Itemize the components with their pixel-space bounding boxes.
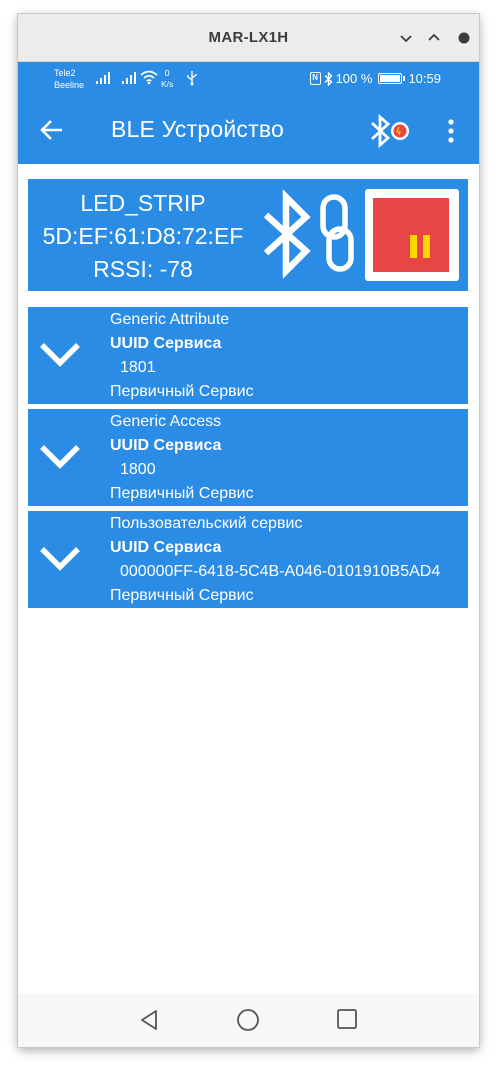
overflow-menu-icon[interactable] bbox=[446, 118, 456, 144]
chevron-down-icon[interactable] bbox=[39, 341, 81, 369]
nav-recents-icon[interactable] bbox=[336, 1008, 358, 1030]
chevron-up-icon[interactable] bbox=[424, 28, 444, 48]
carrier-2: Beeline bbox=[54, 80, 85, 90]
service-item[interactable]: Пользовательский сервис UUID Сервиса 000… bbox=[28, 511, 468, 608]
service-type: Первичный Сервис bbox=[110, 485, 254, 502]
battery-icon bbox=[378, 73, 406, 84]
device-mac: 5D:EF:61:D8:72:EF bbox=[42, 223, 244, 249]
network-speed-unit: K/s bbox=[161, 79, 174, 89]
chevron-down-icon[interactable] bbox=[39, 443, 81, 471]
close-icon[interactable] bbox=[454, 28, 474, 48]
status-right: N 100 % 10:59 bbox=[309, 71, 441, 86]
battery-percent: 100 % bbox=[335, 71, 373, 86]
signal-icon bbox=[122, 72, 136, 84]
pause-icon bbox=[423, 235, 430, 258]
service-name: Generic Attribute bbox=[110, 311, 230, 328]
window-titlebar: MAR-LX1H bbox=[18, 14, 479, 62]
bluetooth-scan-icon[interactable] bbox=[370, 114, 414, 148]
stop-button-fill bbox=[373, 198, 449, 272]
signal-icon bbox=[96, 72, 110, 84]
device-name: LED_STRIP bbox=[80, 190, 206, 216]
service-item[interactable]: Generic Attribute UUID Сервиса 1801 Перв… bbox=[28, 307, 468, 404]
service-name: Пользовательский сервис bbox=[110, 515, 303, 532]
service-uuid: 1800 bbox=[120, 461, 156, 478]
wifi-icon bbox=[140, 70, 158, 85]
nfc-icon: N bbox=[309, 72, 321, 85]
service-uuid-label: UUID Сервиса bbox=[110, 335, 222, 352]
page-title: BLE Устройство bbox=[111, 116, 284, 142]
usb-icon bbox=[187, 71, 197, 86]
stop-button[interactable] bbox=[365, 189, 459, 281]
network-speed: 0 K/s bbox=[161, 68, 173, 90]
pause-icon bbox=[410, 235, 417, 258]
navigation-bar bbox=[18, 994, 479, 1047]
link-icon[interactable] bbox=[317, 193, 357, 273]
chevron-down-icon[interactable] bbox=[396, 28, 416, 48]
emulator-window: MAR-LX1H Tele2 Beeline 0 K/s N 100 % 10:… bbox=[18, 14, 479, 1047]
network-speed-value: 0 bbox=[164, 68, 170, 78]
service-uuid: 000000FF-6418-5C4B-A046-0101910B5AD4 bbox=[120, 563, 441, 580]
service-uuid-label: UUID Сервиса bbox=[110, 539, 222, 556]
bluetooth-icon bbox=[324, 71, 333, 86]
service-type: Первичный Сервис bbox=[110, 383, 254, 400]
device-card: LED_STRIP 5D:EF:61:D8:72:EF RSSI: -78 bbox=[28, 179, 468, 291]
back-arrow-icon[interactable] bbox=[38, 116, 66, 144]
status-bar: Tele2 Beeline 0 K/s N 100 % 10:59 bbox=[18, 62, 479, 96]
service-uuid: 1801 bbox=[120, 359, 156, 376]
service-item[interactable]: Generic Access UUID Сервиса 1800 Первичн… bbox=[28, 409, 468, 506]
device-info: LED_STRIP 5D:EF:61:D8:72:EF RSSI: -78 bbox=[28, 187, 258, 286]
bluetooth-icon bbox=[263, 189, 311, 279]
service-name: Generic Access bbox=[110, 413, 222, 430]
app-bar: BLE Устройство bbox=[18, 96, 479, 164]
carrier-1: Tele2 bbox=[54, 68, 76, 78]
nav-home-icon[interactable] bbox=[236, 1008, 260, 1032]
status-time: 10:59 bbox=[408, 71, 441, 86]
chevron-down-icon[interactable] bbox=[39, 545, 81, 573]
service-uuid-label: UUID Сервиса bbox=[110, 437, 222, 454]
device-rssi: RSSI: -78 bbox=[93, 256, 193, 282]
service-type: Первичный Сервис bbox=[110, 587, 254, 604]
carrier-names: Tele2 Beeline bbox=[54, 67, 84, 91]
nav-back-icon[interactable] bbox=[138, 1008, 162, 1032]
